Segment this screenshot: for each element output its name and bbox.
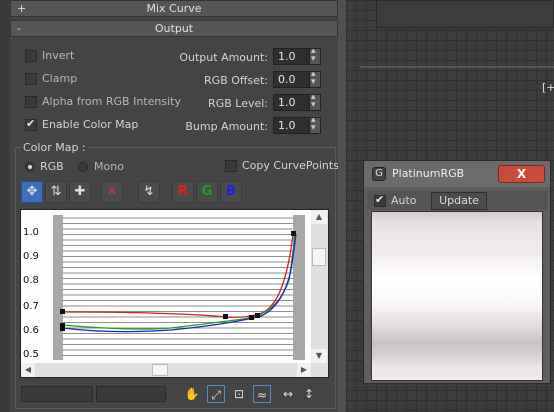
scroll-down-icon[interactable]: ▼ bbox=[311, 349, 327, 363]
rgb-radio-label: RGB bbox=[40, 160, 64, 173]
add-point-icon[interactable]: ✚ bbox=[69, 181, 91, 203]
scale-point-icon[interactable]: ⇅ bbox=[45, 181, 67, 203]
update-button[interactable]: Update bbox=[431, 192, 487, 210]
curve-point[interactable] bbox=[223, 314, 228, 319]
vertical-scroll-thumb[interactable] bbox=[312, 248, 326, 266]
scroll-left-icon[interactable]: ◀ bbox=[21, 363, 35, 377]
curve-graph[interactable]: 1.0 0.9 0.8 0.7 0.6 0.5 ▲ ▼ ◀ ▶ bbox=[20, 209, 329, 378]
copy-curve-points-checkbox[interactable] bbox=[225, 160, 237, 172]
curve-point[interactable] bbox=[60, 326, 65, 331]
spinner-arrows-icon[interactable] bbox=[309, 46, 320, 64]
material-preview bbox=[371, 211, 543, 381]
rgb-offset-value: 0.0 bbox=[278, 73, 296, 86]
zoom-horizontal-icon[interactable]: ↔ bbox=[279, 385, 297, 403]
rgb-level-label: RGB Level: bbox=[208, 97, 268, 110]
output-title: Output bbox=[154, 22, 194, 35]
alpha-from-rgb-checkbox[interactable] bbox=[25, 96, 37, 108]
y-tick-label: 0.6 bbox=[23, 325, 39, 336]
curve-point[interactable] bbox=[249, 315, 254, 320]
pan-icon[interactable]: ✋ bbox=[183, 385, 201, 403]
left-strip bbox=[0, 0, 10, 412]
coordinate-field-x[interactable] bbox=[21, 386, 93, 402]
output-rollout-header[interactable]: - Output bbox=[10, 20, 338, 37]
blue-channel-button[interactable]: B bbox=[220, 181, 242, 203]
close-icon: X bbox=[516, 167, 527, 181]
zoom-vertical-icon[interactable]: ↕ bbox=[300, 385, 318, 403]
green-channel-button[interactable]: G bbox=[196, 181, 218, 203]
auto-label: Auto bbox=[391, 194, 417, 207]
invert-label: Invert bbox=[42, 49, 75, 62]
app-icon: G bbox=[372, 167, 386, 181]
green-curve bbox=[62, 233, 296, 330]
rgb-level-value: 1.0 bbox=[278, 96, 296, 109]
window-toolbar: Auto Update bbox=[367, 191, 548, 210]
clamp-label: Clamp bbox=[42, 72, 78, 85]
y-tick-label: 1.0 bbox=[23, 227, 39, 238]
rgb-offset-label: RGB Offset: bbox=[204, 74, 268, 87]
window-titlebar[interactable]: G PlatinumRGB X bbox=[364, 161, 550, 187]
curve-point[interactable] bbox=[60, 309, 65, 314]
y-tick-label: 0.5 bbox=[23, 349, 39, 360]
bump-amount-value: 1.0 bbox=[278, 119, 296, 132]
output-amount-spinner[interactable]: 1.0 bbox=[273, 46, 321, 65]
panel-divider[interactable] bbox=[338, 0, 346, 412]
horizontal-scrollbar[interactable]: ◀ ▶ bbox=[21, 363, 328, 377]
spinner-arrows-icon[interactable] bbox=[309, 92, 320, 110]
curve-point[interactable] bbox=[291, 231, 296, 236]
y-tick-label: 0.7 bbox=[23, 301, 39, 312]
platinumrgb-window: G PlatinumRGB X Auto Update bbox=[363, 160, 551, 384]
vertical-scrollbar[interactable]: ▲ ▼ bbox=[311, 210, 328, 363]
blue-channel-label: B bbox=[226, 184, 236, 199]
grid-lines bbox=[63, 217, 293, 356]
mono-radio-label: Mono bbox=[94, 160, 124, 173]
delete-point-icon[interactable]: ✕ bbox=[101, 181, 123, 203]
enable-color-map-label: Enable Color Map bbox=[42, 118, 139, 131]
move-icon[interactable]: ✥ bbox=[21, 181, 43, 203]
close-button[interactable]: X bbox=[498, 165, 545, 183]
mono-radio[interactable] bbox=[78, 162, 88, 172]
output-amount-label: Output Amount: bbox=[179, 51, 268, 64]
rgb-level-spinner[interactable]: 1.0 bbox=[273, 92, 321, 111]
invert-checkbox[interactable] bbox=[25, 50, 37, 62]
green-channel-label: G bbox=[201, 184, 213, 199]
alpha-from-rgb-label: Alpha from RGB Intensity bbox=[42, 95, 181, 108]
rgb-radio[interactable] bbox=[25, 162, 35, 172]
y-tick-label: 0.8 bbox=[23, 275, 39, 286]
reset-curve-icon[interactable]: ↯ bbox=[138, 181, 160, 203]
bump-amount-spinner[interactable]: 1.0 bbox=[273, 115, 321, 134]
spinner-arrows-icon[interactable] bbox=[309, 69, 320, 87]
spinner-arrows-icon[interactable] bbox=[309, 115, 320, 133]
mix-curve-rollout-header[interactable]: + Mix Curve bbox=[10, 0, 338, 17]
mix-curve-title: Mix Curve bbox=[146, 2, 202, 15]
red-channel-label: R bbox=[177, 184, 188, 199]
scroll-up-icon[interactable]: ▲ bbox=[311, 210, 327, 224]
coordinate-field-y[interactable] bbox=[96, 386, 166, 402]
auto-checkbox[interactable] bbox=[374, 193, 386, 207]
viewport-label[interactable]: [+ bbox=[542, 81, 554, 94]
window-title: PlatinumRGB bbox=[392, 167, 465, 180]
left-limit-bar bbox=[53, 215, 63, 360]
enable-color-map-checkbox[interactable] bbox=[25, 117, 37, 131]
clamp-checkbox[interactable] bbox=[25, 73, 37, 85]
horizontal-scroll-thumb[interactable] bbox=[152, 364, 168, 376]
top-viewport-frame bbox=[376, 0, 554, 28]
rgb-offset-spinner[interactable]: 0.0 bbox=[273, 69, 321, 88]
curve-svg[interactable] bbox=[21, 210, 311, 362]
red-channel-button[interactable]: R bbox=[172, 181, 194, 203]
zoom-region-icon[interactable]: ≈ bbox=[253, 385, 271, 403]
copy-curve-points-label: Copy CurvePoints bbox=[242, 159, 339, 172]
zoom-extents-icon[interactable]: ⤢ bbox=[207, 385, 225, 403]
y-tick-label: 0.9 bbox=[23, 251, 39, 262]
bump-amount-label: Bump Amount: bbox=[185, 120, 268, 133]
curve-point[interactable] bbox=[255, 313, 260, 318]
red-curve bbox=[62, 234, 294, 318]
scroll-right-icon[interactable]: ▶ bbox=[297, 363, 311, 377]
color-map-group-label: Color Map : bbox=[21, 141, 88, 154]
output-amount-value: 1.0 bbox=[278, 50, 296, 63]
zoom-region-icon[interactable]: ⊡ bbox=[230, 385, 248, 403]
